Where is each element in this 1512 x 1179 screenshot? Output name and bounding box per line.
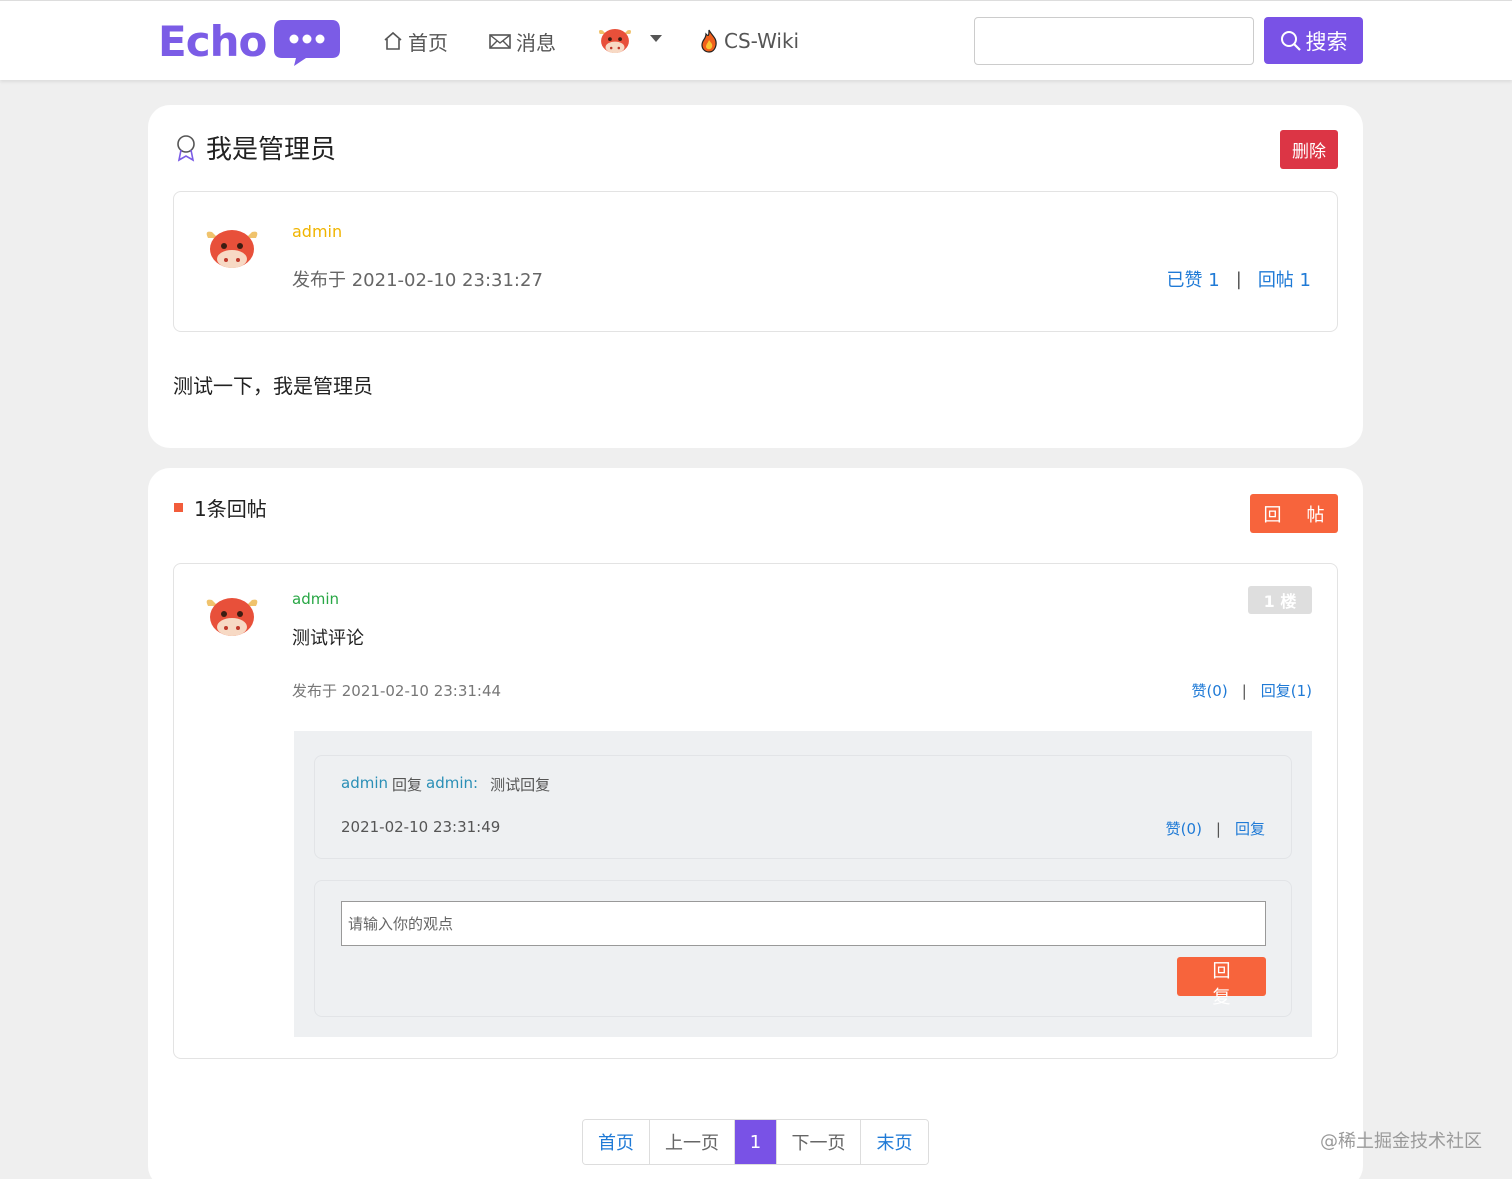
stats-separator: | bbox=[1235, 268, 1242, 290]
square-bullet-icon bbox=[174, 503, 183, 512]
nav-cs-wiki[interactable]: CS-Wiki bbox=[698, 25, 799, 57]
search-input[interactable] bbox=[974, 17, 1254, 65]
liked-link[interactable]: 已赞 1 bbox=[1167, 266, 1220, 292]
sub-reply-verb: 回复 bbox=[392, 776, 423, 794]
comment-text: 测试评论 bbox=[292, 628, 364, 649]
chevron-down-icon bbox=[650, 34, 662, 42]
sub-reply-item: admin 回复 admin: 测试回复 2021-02-10 23:31:49… bbox=[314, 755, 1292, 859]
fire-icon bbox=[701, 29, 717, 53]
reply-count-link[interactable]: 回帖 1 bbox=[1258, 266, 1311, 292]
sub-reply-line: admin 回复 admin: 测试回复 bbox=[341, 774, 550, 795]
page-first[interactable]: 首页 bbox=[583, 1120, 650, 1164]
sub-reply-like-link[interactable]: 赞(0) bbox=[1166, 818, 1202, 839]
cow-avatar-icon bbox=[598, 28, 632, 54]
nav-wiki-label: CS-Wiki bbox=[724, 29, 800, 53]
reply-post-button[interactable]: 回 帖 bbox=[1250, 494, 1338, 533]
nav-messages-label: 消息 bbox=[516, 30, 556, 55]
sub-reply-time: 2021-02-10 23:31:49 bbox=[341, 818, 501, 836]
comment-actions: 赞(0) | 回复(1) bbox=[1191, 680, 1312, 701]
search-icon bbox=[1280, 30, 1301, 51]
search-button[interactable]: 搜索 bbox=[1264, 17, 1363, 64]
sub-reply-user[interactable]: admin bbox=[341, 774, 388, 795]
comment-item: admin 1 楼 测试评论 发布于 2021-02-10 23:31:44 赞… bbox=[173, 563, 1338, 1059]
sub-reply-area: admin 回复 admin: 测试回复 2021-02-10 23:31:49… bbox=[294, 731, 1312, 1037]
replies-card: 1条回帖 回 帖 admin 1 楼 测试评论 发布于 2021-02-10 2… bbox=[148, 468, 1363, 1179]
post-author-box: admin 发布于 2021-02-10 23:31:27 已赞 1 | 回帖 … bbox=[173, 191, 1338, 332]
envelope-icon bbox=[489, 34, 511, 49]
comment-avatar[interactable] bbox=[202, 592, 262, 642]
delete-button[interactable]: 删除 bbox=[1280, 130, 1338, 169]
search-button-label: 搜索 bbox=[1305, 30, 1348, 54]
top-navbar: Echo 首页 消息 CS-Wiki 搜索 bbox=[0, 0, 1512, 80]
nav-home-label: 首页 bbox=[408, 30, 448, 55]
pagination: 首页 上一页 1 下一页 末页 bbox=[582, 1119, 929, 1165]
page-next[interactable]: 下一页 bbox=[777, 1120, 861, 1164]
replies-count: 1条回帖 bbox=[194, 497, 267, 521]
echo-logo[interactable]: Echo bbox=[158, 15, 342, 67]
sub-actions-separator: | bbox=[1215, 819, 1221, 838]
page-last[interactable]: 末页 bbox=[861, 1120, 928, 1164]
sub-reply-target[interactable]: admin: bbox=[426, 774, 478, 795]
sub-reply-actions: 赞(0) | 回复 bbox=[1166, 818, 1265, 839]
author-avatar[interactable] bbox=[202, 224, 262, 274]
sub-reply-form: 回 复 bbox=[314, 880, 1292, 1017]
post-content: 测试一下，我是管理员 bbox=[173, 374, 373, 398]
nav-messages[interactable]: 消息 bbox=[488, 25, 556, 57]
reply-submit-button[interactable]: 回 复 bbox=[1177, 957, 1266, 1007]
chat-bubble-icon bbox=[274, 20, 341, 66]
page-prev[interactable]: 上一页 bbox=[650, 1120, 735, 1164]
sub-reply-text: 测试回复 bbox=[490, 776, 551, 794]
comment-reply-link[interactable]: 回复(1) bbox=[1261, 680, 1312, 701]
logo-text: Echo bbox=[158, 16, 267, 66]
post-published-time: 发布于 2021-02-10 23:31:27 bbox=[292, 270, 543, 291]
watermark: @稀土掘金技术社区 bbox=[1320, 1131, 1482, 1152]
post-stats: 已赞 1 | 回帖 1 bbox=[1167, 266, 1311, 292]
nav-home[interactable]: 首页 bbox=[382, 25, 448, 57]
post-card: 我是管理员 删除 admin 发布于 2021-02-10 23:31:27 已… bbox=[148, 105, 1363, 448]
post-author-name[interactable]: admin bbox=[292, 222, 342, 241]
badge-icon bbox=[177, 134, 195, 162]
page-current[interactable]: 1 bbox=[735, 1120, 777, 1164]
post-title-text: 我是管理员 bbox=[206, 135, 337, 165]
sub-reply-reply-link[interactable]: 回复 bbox=[1235, 818, 1265, 839]
comment-time: 发布于 2021-02-10 23:31:44 bbox=[292, 682, 502, 700]
comment-like-link[interactable]: 赞(0) bbox=[1191, 680, 1227, 701]
post-title: 我是管理员 bbox=[174, 129, 336, 166]
comment-author[interactable]: admin bbox=[292, 590, 339, 608]
home-icon bbox=[384, 31, 402, 50]
actions-separator: | bbox=[1241, 681, 1247, 700]
replies-header: 1条回帖 bbox=[174, 493, 267, 522]
reply-input[interactable] bbox=[341, 901, 1266, 946]
floor-badge: 1 楼 bbox=[1248, 586, 1312, 614]
nav-user-menu[interactable] bbox=[596, 25, 662, 57]
